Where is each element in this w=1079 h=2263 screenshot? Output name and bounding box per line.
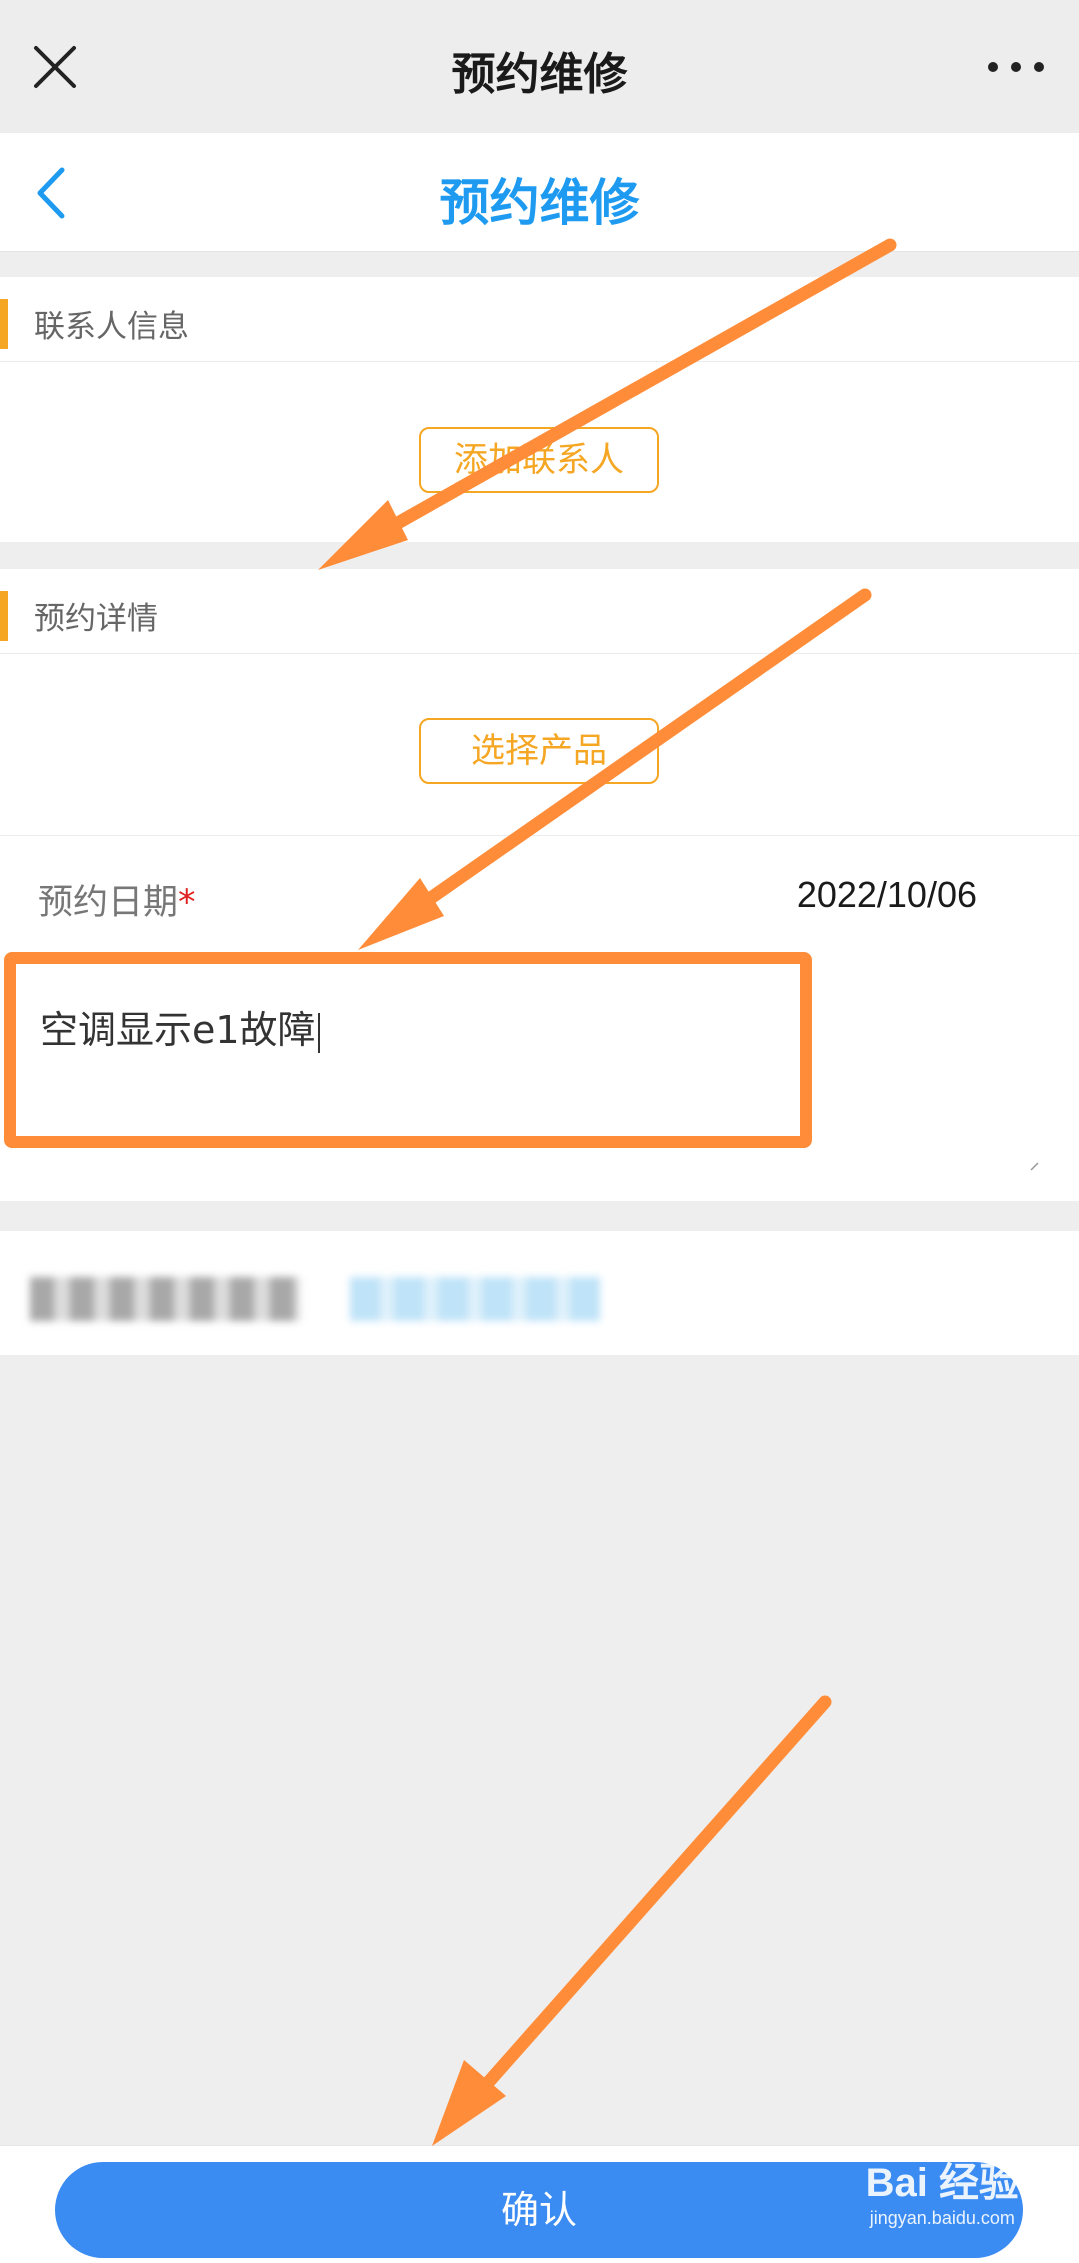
required-mark: * <box>178 883 196 923</box>
booking-section-label: 预约详情 <box>34 601 158 637</box>
resize-handle-icon[interactable] <box>1029 1161 1039 1171</box>
booking-section-body: 选择产品 <box>0 654 1079 835</box>
contact-section-label: 联系人信息 <box>34 309 189 345</box>
booking-section-header: 预约详情 <box>0 569 1079 654</box>
add-contact-button[interactable]: 添加联系人 <box>419 427 659 493</box>
section-accent-bar <box>0 591 8 641</box>
booking-date-label: 预约日期* <box>38 883 196 923</box>
section-accent-bar <box>0 299 8 349</box>
arrow-to-confirm <box>432 1695 832 2146</box>
window-title: 预约维修 <box>451 49 628 100</box>
more-icon[interactable] <box>981 40 1051 94</box>
page-header: 预约维修 <box>0 133 1079 252</box>
baidu-watermark: Bai 经验 jingyan.baidu.com <box>866 2150 1019 2229</box>
watermark-sub: jingyan.baidu.com <box>869 2208 1015 2228</box>
page-title: 预约维修 <box>439 174 640 232</box>
booking-date-value: 2022/10/06 <box>796 874 977 915</box>
annotation-highlight-box <box>4 952 812 1148</box>
blurred-text <box>30 1277 300 1321</box>
app-top-bar: 预约维修 <box>0 0 1079 133</box>
select-product-button[interactable]: 选择产品 <box>419 718 659 784</box>
booking-date-row[interactable]: 预约日期* 2022/10/06 <box>0 835 1079 961</box>
contact-section-header: 联系人信息 <box>0 277 1079 362</box>
watermark-main: Bai 经验 <box>865 2161 1019 2205</box>
blurred-info-row <box>0 1231 1079 1355</box>
contact-section-body: 添加联系人 <box>0 362 1079 542</box>
blurred-link <box>350 1277 600 1321</box>
